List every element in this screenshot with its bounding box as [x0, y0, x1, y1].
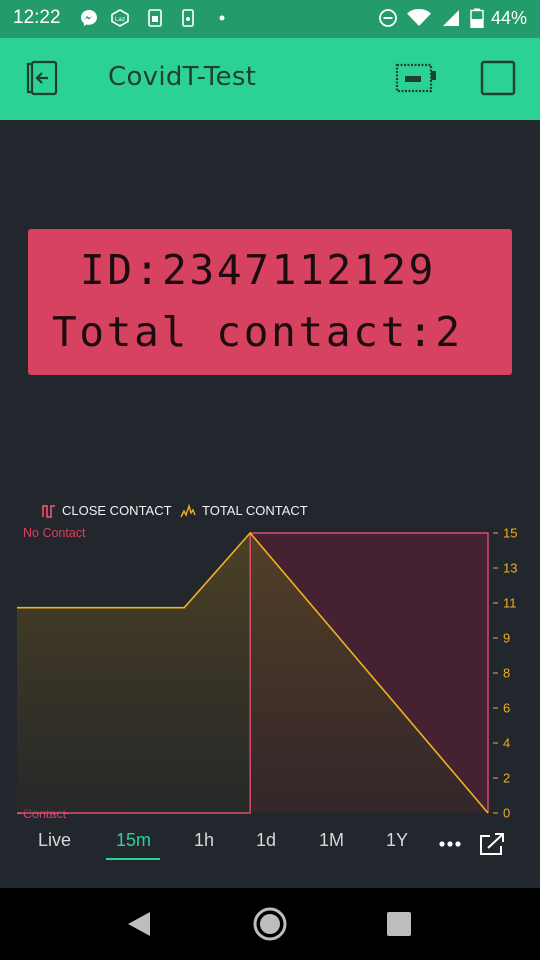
right-axis-tick-label: 4	[503, 736, 510, 751]
app-bar: CovidT-Test	[0, 38, 540, 120]
total-contact-legend-icon	[180, 504, 196, 518]
right-axis-tick-label: 15	[503, 526, 517, 541]
tab-live[interactable]: Live	[38, 830, 71, 851]
recents-icon[interactable]	[386, 911, 412, 937]
tab-1M[interactable]: 1M	[319, 830, 344, 851]
right-axis-tick-label: 2	[503, 771, 510, 786]
right-axis-tick-label: 0	[503, 806, 510, 821]
right-axis-tick-label: 11	[503, 596, 517, 611]
legend-close-contact: CLOSE CONTACT	[62, 503, 172, 518]
battery-percent: 44%	[491, 8, 528, 28]
tab-1d[interactable]: 1d	[256, 830, 276, 851]
more-icon[interactable]	[438, 840, 462, 848]
battery-icon	[470, 8, 484, 28]
active-tab-indicator	[106, 858, 160, 860]
right-axis-tick-label: 9	[503, 631, 510, 646]
app-title: CovidT-Test	[108, 62, 257, 92]
home-icon[interactable]	[252, 906, 288, 942]
messenger-icon	[81, 10, 97, 26]
svg-text:Laz: Laz	[115, 16, 125, 23]
tab-15m[interactable]: 15m	[116, 830, 151, 851]
dot-icon	[219, 15, 225, 21]
back-icon[interactable]	[126, 910, 152, 938]
fullscreen-icon[interactable]	[479, 832, 505, 856]
stop-square-icon[interactable]	[480, 60, 516, 96]
device-battery-icon[interactable]	[394, 62, 438, 94]
lcd-line-1: ID:2347112129	[80, 246, 436, 294]
left-axis-top-label: No Contact	[23, 526, 86, 540]
lazada-icon: Laz	[111, 9, 129, 27]
system-nav-bar	[0, 888, 540, 960]
tab-1Y[interactable]: 1Y	[386, 830, 408, 851]
status-time: 12:22	[13, 7, 61, 28]
close-contact-legend-icon	[42, 505, 55, 518]
history-chart[interactable]: No Contact Contact 151311986420	[0, 520, 540, 825]
sim-icon	[148, 9, 162, 27]
tab-1h[interactable]: 1h	[194, 830, 214, 851]
right-axis-tick-label: 8	[503, 666, 510, 681]
phone-icon	[182, 9, 194, 27]
legend-total-contact: TOTAL CONTACT	[202, 503, 308, 518]
status-bar: 12:22 Laz 44%	[0, 0, 540, 38]
wifi-icon	[407, 9, 431, 26]
right-axis-tick-label: 6	[503, 701, 510, 716]
right-axis-tick-label: 13	[503, 561, 517, 576]
signal-icon	[443, 10, 459, 26]
dnd-icon	[379, 9, 397, 27]
time-range-tabs: Live 15m 1h 1d 1M 1Y	[0, 822, 540, 868]
lcd-line-2: Total contact:2	[52, 308, 463, 356]
exit-icon[interactable]	[22, 58, 62, 98]
